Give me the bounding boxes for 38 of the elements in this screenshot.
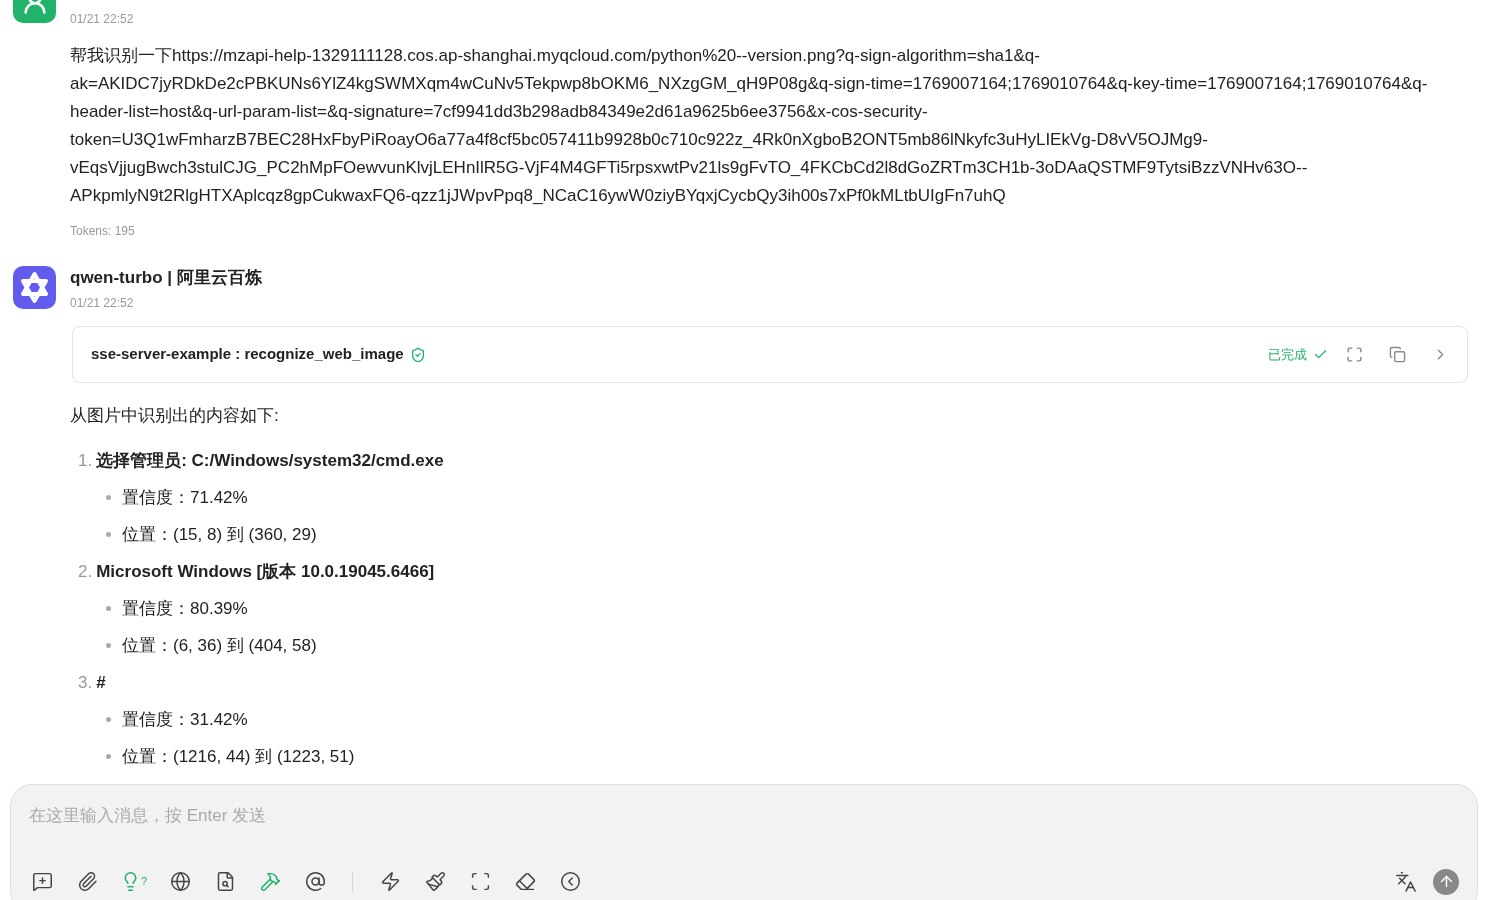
model-name: qwen-turbo | 阿里云百炼	[70, 267, 263, 289]
list-item-title: 选择管理员: C:/Windows/system32/cmd.exe	[96, 449, 444, 472]
list-number: 1.	[78, 449, 93, 472]
translate-icon[interactable]	[1395, 870, 1417, 893]
list-detail: 置信度：71.42%	[122, 486, 248, 509]
bullet-icon	[106, 495, 111, 500]
list-item-title: Microsoft Windows [版本 10.0.19045.6466]	[96, 560, 435, 583]
at-sign-icon[interactable]	[303, 869, 328, 894]
bullet-icon	[106, 532, 111, 537]
brush-icon[interactable]	[423, 869, 448, 894]
chevron-left-icon[interactable]	[558, 869, 583, 894]
shield-check-icon	[409, 346, 426, 363]
globe-icon[interactable]	[168, 869, 193, 894]
list-detail: 位置：(6, 36) 到 (404, 58)	[122, 634, 317, 657]
bullet-icon	[106, 754, 111, 759]
message-input[interactable]: 在这里输入消息，按 Enter 发送	[29, 803, 1459, 829]
list-number: 3.	[78, 671, 93, 694]
response-intro: 从图片中识别出的内容如下:	[70, 405, 280, 427]
list-detail: 置信度：31.42%	[122, 708, 248, 731]
list-detail: 置信度：80.39%	[122, 597, 248, 620]
bullet-icon	[106, 643, 111, 648]
bullet-icon	[106, 717, 111, 722]
message-time: 01/21 22:52	[70, 295, 135, 312]
message-time: 01/21 22:52	[70, 11, 135, 28]
send-button[interactable]	[1433, 868, 1459, 895]
list-detail: 位置：(15, 8) 到 (360, 29)	[122, 523, 317, 546]
token-count: Tokens: 195	[70, 223, 136, 240]
list-number: 2.	[78, 560, 93, 583]
copy-icon[interactable]	[1389, 346, 1406, 363]
tool-call-card[interactable]: sse-server-example : recognize_web_image 已完成	[72, 326, 1468, 383]
status-text: 已完成	[1268, 345, 1307, 364]
list-detail: 位置：(1216, 44) 到 (1223, 51)	[122, 745, 355, 768]
tool-call-label: sse-server-example : recognize_web_image	[91, 344, 404, 365]
star-logo-icon	[13, 266, 56, 309]
bullet-icon	[106, 606, 111, 611]
list-item-title: #	[96, 671, 106, 694]
fullscreen-icon[interactable]	[1346, 346, 1363, 363]
message-text: 帮我识别一下https://mzapi-help-1329111128.cos.ap-shanghai.myqcloud.com/python%20--version.png?q-sign-algorithm=sha1&q-ak=AKIDC7jyRDkDe2cPBKUNs6YlZ4kgSWMXqm4wCuNv5Tekpwp8bOKM6_NXzgGM_qH9P08g&q-sign-time=1769007164;1769010764&q-key-time=1769007164;1769010764&q-header-list=host&q-url-param-list=&q-signature=7cf9941dd3b298adb84349e2d61a9625b6ee3756&x-cos-security-token=U3Q1wFmharzB7BEC28HxFbyPiRoayO6a77a4f8cf5bc057411b9928b0c710c922z_4Rk0nXgboB2ONT5mb86lNkyfc3uHyLIEkVg-D8vV5OJMg9-vEqsVjjugBwch3stulCJG_PC2hMpFOewvunKlvjLEHnIlR5G-VjF4M4GFTi5rpsxwtPv21ls9gFvTO_4FKCbCd2l8dGoZRTm3CH1b-3oDAaQSTMF9TytsiBzzVNHv63O--APkpmlyN9t2RlgHTXAplcqz8gpCukwaxFQ6-qzz1jJWpvPpq8_NCaC16ywW0ziyBYqxjCycbQy3ih00s7xPf0kMLtbUIgFn7uhQ	[70, 45, 1429, 207]
